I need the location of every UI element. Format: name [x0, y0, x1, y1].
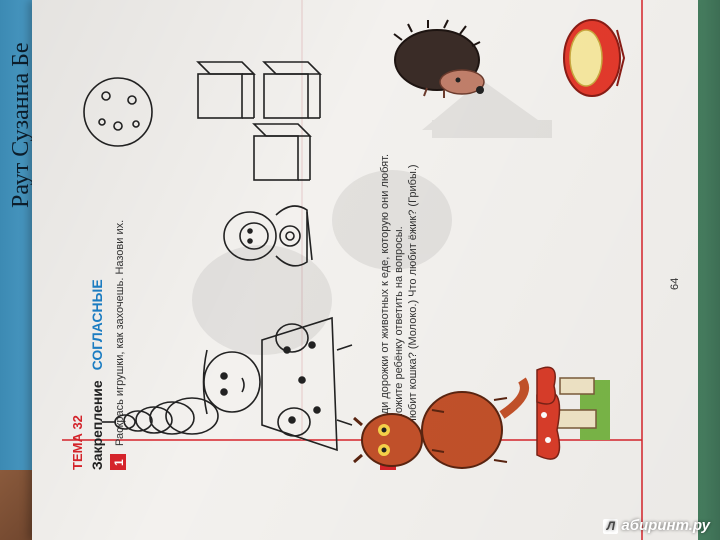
page-number: 64 — [669, 278, 681, 290]
workbook-page: ТЕМА 32 Закрепление СОГЛАСНЫЕ 1 Раскрась… — [32, 0, 698, 540]
faded-background-illustration — [192, 80, 552, 355]
task1-number: 1 — [112, 459, 126, 466]
task2-line1: Проведи дорожки от животных к еде, котор… — [379, 154, 391, 446]
watermark-text: абиринт.ру — [621, 517, 710, 534]
labirint-logo-icon: Л — [603, 519, 619, 534]
lesson-title: Закрепление СОГЛАСНЫЕ — [89, 279, 105, 470]
cube-toy-picture-1 — [196, 61, 256, 119]
hedgehog-picture — [393, 19, 485, 98]
lesson-title-accent: СОГЛАСНЫЕ — [89, 279, 105, 370]
cube-toy-picture-2 — [262, 61, 322, 119]
page-content: ТЕМА 32 Закрепление СОГЛАСНЫЕ 1 Раскрась… — [62, 0, 681, 540]
topic-label: ТЕМА 32 — [70, 415, 85, 470]
lesson-title-main: Закрепление — [89, 380, 105, 470]
task2-line2: Предложите ребёнку ответить на вопросы. — [393, 226, 405, 446]
task2-line3: Что любит кошка? (Молоко.) Что любит ёжи… — [407, 164, 419, 446]
labirint-watermark: Лабиринт.ру — [603, 517, 710, 534]
milk-bowl-picture — [563, 19, 626, 97]
mushrooms-picture — [536, 366, 610, 460]
task1-instruction: Раскрась игрушки, как захочешь. Назови и… — [114, 220, 126, 446]
ball-toy-picture — [83, 77, 153, 147]
